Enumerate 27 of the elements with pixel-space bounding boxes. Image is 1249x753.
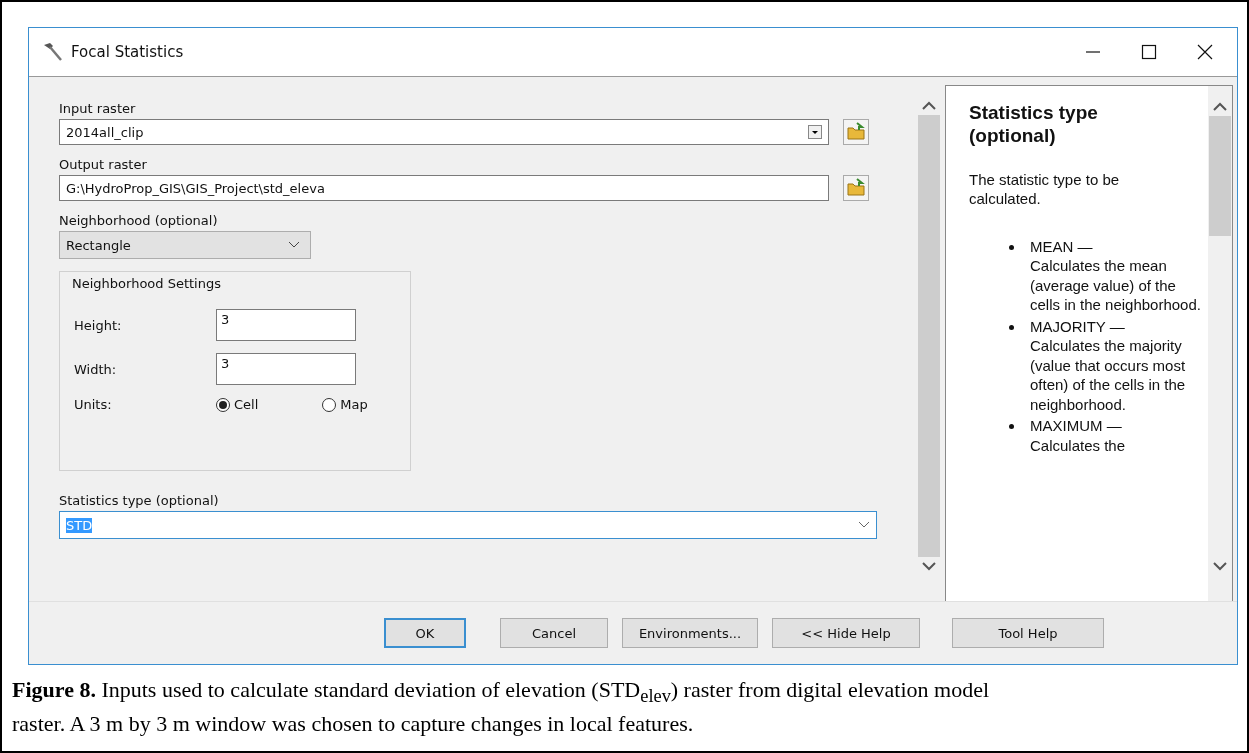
radio-option[interactable]: Cell xyxy=(216,397,259,412)
field-label: Statistics type (optional) xyxy=(59,493,220,508)
field-label: Neighborhood (optional) xyxy=(59,213,219,228)
figure-caption: Figure 8. Inputs used to calculate standard deviation of elevation (STD$_{elev}$) raster from digital elevation model raster. A 3 m by 3 m window was chosen to capture changes in local features. xyxy=(12,676,991,739)
field-label: Units: xyxy=(74,397,113,412)
group-title: Neighborhood Settings xyxy=(72,276,222,291)
neighborhood-dropdown[interactable]: Rectangle xyxy=(59,231,311,259)
radio-option[interactable]: Map xyxy=(322,397,368,412)
field-label: Width: xyxy=(74,361,118,377)
dialog-button[interactable]: Cancel xyxy=(500,618,608,648)
width-field[interactable]: 3 xyxy=(216,353,356,385)
field-label: Height: xyxy=(74,317,123,333)
field-label: Output raster xyxy=(59,157,148,172)
input-raster-dropdown[interactable]: 2014all_clip xyxy=(59,119,829,145)
window-title: Focal Statistics xyxy=(71,43,184,61)
output-raster-field[interactable]: G:\HydroProp_GIS\GIS_Project\std_eleva xyxy=(59,175,829,201)
dialog-button[interactable]: OK xyxy=(384,618,466,648)
dialog-button[interactable]: Tool Help xyxy=(952,618,1104,648)
dialog-button[interactable]: << Hide Help xyxy=(772,618,920,648)
dialog-button[interactable]: Environments... xyxy=(622,618,758,648)
help-title: Statistics type (optional) xyxy=(969,102,1099,148)
help-list-item: MAXIMUM — Calculates the xyxy=(1030,416,1126,456)
help-list-item: MEAN — Calculates the mean (average value) of the cells in the neighborhood. xyxy=(1030,236,1202,315)
help-list-item: MAJORITY — Calculates the majority (value that occurs most often) of the cells in the neighborhood. xyxy=(1030,316,1187,415)
height-field[interactable]: 3 xyxy=(216,309,356,341)
field-label: Input raster xyxy=(59,101,137,116)
help-text: The statistic type to be calculated. xyxy=(969,169,1121,209)
